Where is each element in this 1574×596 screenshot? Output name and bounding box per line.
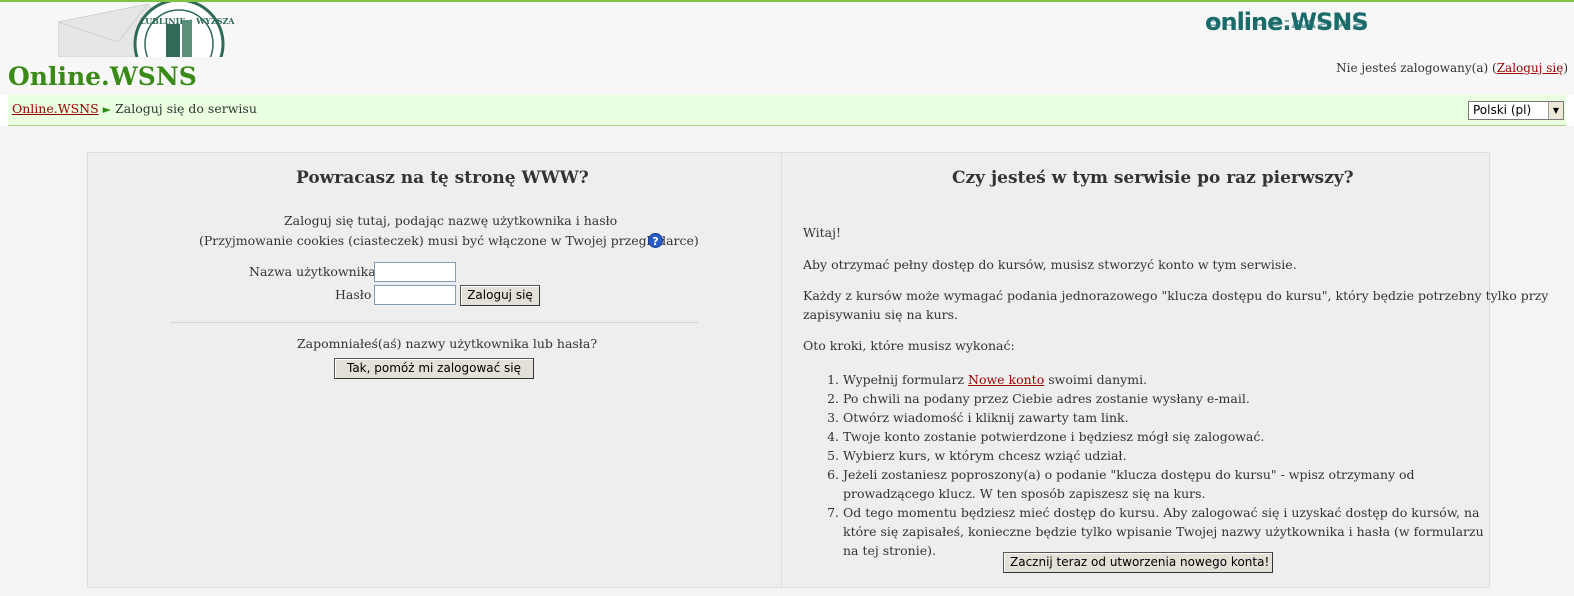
password-input[interactable] <box>374 285 456 305</box>
language-select[interactable]: Polski (pl) ▼ <box>1468 101 1564 120</box>
breadcrumb-current: Zaloguj się do serwisu <box>115 101 257 116</box>
login-box-divider <box>781 152 782 588</box>
login-intro-line1: Zaloguj się tutaj, podając nazwę użytkow… <box>284 213 618 228</box>
login-link[interactable]: Zaloguj się <box>1497 61 1564 75</box>
new-account-link[interactable]: Nowe konto <box>968 372 1044 387</box>
forgot-text: Zapomniałeś(aś) nazwy użytkownika lub ha… <box>297 336 598 351</box>
forgot-password-button[interactable]: Tak, pomóż mi zalogować się <box>334 358 534 379</box>
signup-paragraph-1: Aby otrzymać pełny dostęp do kursów, mus… <box>803 257 1297 272</box>
breadcrumb-home-link[interactable]: Online.WSNS <box>12 101 99 116</box>
first-time-heading: Czy jesteś w tym serwisie po raz pierwsz… <box>952 168 1354 188</box>
online-wsns-logo: online.WSNS online.WSNS <box>1205 8 1369 36</box>
university-seal-logo: LUBLINIE • WYŻSZA SZKO <box>58 2 238 57</box>
page-header: LUBLINIE • WYŻSZA SZKO Online.WSNS onlin… <box>0 2 1574 95</box>
list-item: Wypełnij formularz Nowe konto swoimi dan… <box>843 370 1493 389</box>
username-label: Nazwa użytkownika <box>249 264 376 279</box>
list-item: Wybierz kurs, w którym chcesz wziąć udzi… <box>843 446 1493 465</box>
help-icon[interactable]: ? <box>648 233 663 248</box>
password-label: Hasło <box>335 287 372 302</box>
site-title: Online.WSNS <box>8 62 197 91</box>
list-item: Po chwili na podany przez Ciebie adres z… <box>843 389 1493 408</box>
signup-steps-list: Wypełnij formularz Nowe konto swoimi dan… <box>806 370 1493 560</box>
navbar: Online.WSNS ► Zaloguj się do serwisu Pol… <box>8 95 1566 126</box>
login-button[interactable]: Zaloguj się <box>460 285 540 306</box>
login-info: Nie jesteś zalogowany(a) (Zaloguj się) <box>1336 61 1568 75</box>
greeting-text: Witaj! <box>803 225 842 240</box>
list-item: Twoje konto zostanie potwierdzone i będz… <box>843 427 1493 446</box>
signup-paragraph-2-line1: Każdy z kursów może wymagać podania jedn… <box>803 288 1549 303</box>
returning-heading: Powracasz na tę stronę WWW? <box>296 168 589 188</box>
list-item: Jeżeli zostaniesz poproszony(a) o podani… <box>843 465 1493 503</box>
create-account-button[interactable]: Zacznij teraz od utworzenia nowego konta… <box>1003 552 1273 573</box>
steps-intro: Oto kroki, które musisz wykonać: <box>803 338 1015 353</box>
list-item: Otwórz wiadomość i kliknij zawarty tam l… <box>843 408 1493 427</box>
signup-paragraph-2-line2: zapisywaniu się na kurs. <box>803 307 958 322</box>
separator-line <box>170 322 698 323</box>
login-intro-line2: (Przyjmowanie cookies (ciasteczek) musi … <box>199 233 699 248</box>
breadcrumb: Online.WSNS ► Zaloguj się do serwisu <box>12 101 257 116</box>
language-select-value: Polski (pl) <box>1473 103 1532 117</box>
username-input[interactable] <box>374 262 456 282</box>
chevron-down-icon[interactable]: ▼ <box>1548 102 1563 119</box>
breadcrumb-separator-icon: ► <box>102 103 112 116</box>
